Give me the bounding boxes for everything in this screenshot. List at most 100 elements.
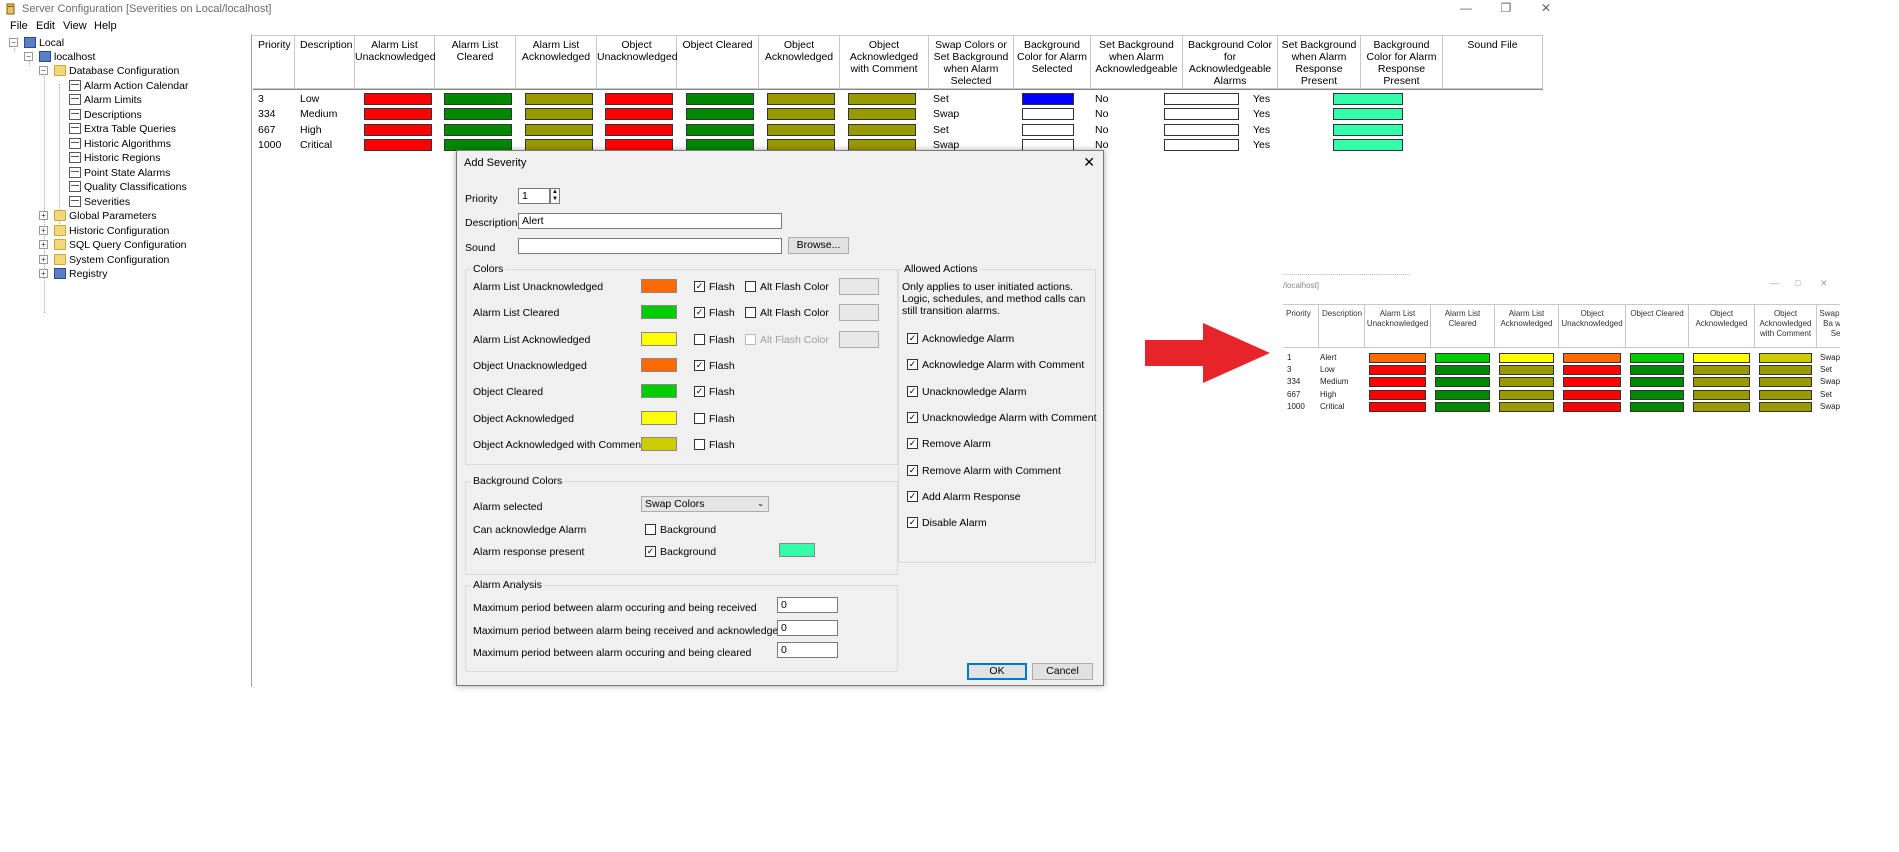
tree-node-system-configuration[interactable]: + System Configuration	[39, 253, 169, 267]
priority-spinner[interactable]: ▲ ▼	[550, 188, 560, 204]
alt-flash-checkbox[interactable]	[745, 281, 756, 292]
tree-node-local[interactable]: − Local	[9, 36, 64, 50]
color-button[interactable]	[641, 279, 677, 293]
preview-description: High	[1320, 389, 1337, 399]
column-header-0[interactable]: Priority	[253, 35, 295, 89]
column-header-9[interactable]: Swap Colors or Set Background when Alarm…	[929, 35, 1014, 89]
color-button[interactable]	[641, 384, 677, 399]
tree-node-sql-query-configuration[interactable]: + SQL Query Configuration	[39, 238, 187, 252]
tree-item-historic-regions[interactable]: Historic Regions	[69, 151, 160, 165]
tree-item-point-state-alarms[interactable]: Point State Alarms	[69, 166, 170, 180]
column-header-4[interactable]: Alarm List Acknowledged	[516, 35, 597, 89]
alt-flash-checkbox[interactable]	[745, 333, 756, 345]
action-checkbox-5[interactable]: ✓	[907, 464, 918, 476]
menu-help[interactable]: Help	[94, 20, 117, 32]
flash-checkbox[interactable]: ✓	[694, 307, 705, 319]
tree-item-descriptions[interactable]: Descriptions	[69, 108, 142, 122]
priority-label: Priority	[465, 193, 498, 205]
column-header-10[interactable]: Background Color for Alarm Selected	[1014, 35, 1091, 89]
expand-icon[interactable]: +	[39, 269, 48, 278]
column-header-2[interactable]: Alarm List Unacknowledged	[355, 35, 436, 89]
tree-node-registry[interactable]: + Registry	[39, 267, 108, 281]
column-header-5[interactable]: Object Unacknowledged	[597, 35, 678, 89]
minimize-icon[interactable]: —	[1450, 0, 1482, 16]
dialog-close-icon[interactable]: ✕	[1083, 154, 1095, 171]
action-checkbox-4[interactable]: ✓	[907, 438, 918, 450]
menu-view[interactable]: View	[63, 20, 87, 32]
analysis-input-acknowledged[interactable]: 0	[777, 620, 838, 636]
expand-icon[interactable]: +	[39, 226, 48, 235]
tree-node-historic-configuration[interactable]: + Historic Configuration	[39, 224, 169, 238]
sound-input[interactable]	[518, 238, 782, 254]
action-label-2: Unacknowledge Alarm	[922, 385, 1027, 398]
color-button[interactable]	[641, 410, 677, 425]
cancel-button[interactable]: Cancel	[1032, 663, 1093, 680]
collapse-icon[interactable]: −	[9, 38, 18, 47]
tree-item-quality-classifications[interactable]: Quality Classifications	[69, 180, 187, 194]
flash-checkbox[interactable]	[694, 412, 705, 424]
column-header-6[interactable]: Object Cleared	[677, 35, 759, 89]
alt-flash-color-button[interactable]	[839, 330, 879, 348]
collapse-icon[interactable]: −	[39, 66, 48, 75]
menu-edit[interactable]: Edit	[36, 20, 55, 32]
resp-background-checkbox[interactable]: ✓	[645, 546, 656, 557]
column-header-1[interactable]: Description	[295, 35, 355, 89]
color-button[interactable]	[641, 436, 677, 451]
action-checkbox-3[interactable]: ✓	[907, 411, 918, 423]
column-header-14[interactable]: Background Color for Alarm Response Pres…	[1361, 35, 1443, 89]
swatch-object-cleared	[686, 108, 754, 121]
restore-icon[interactable]: ❐	[1490, 0, 1522, 16]
menu-file[interactable]: File	[10, 20, 28, 32]
column-header-7[interactable]: Object Acknowledged	[759, 35, 840, 89]
color-row-label: Object Acknowledged with Comment	[473, 438, 644, 451]
column-header-13[interactable]: Set Background when Alarm Response Prese…	[1278, 35, 1361, 89]
can-ack-background-checkbox[interactable]	[645, 524, 656, 535]
color-button[interactable]	[641, 305, 677, 320]
flash-checkbox[interactable]: ✓	[694, 359, 705, 371]
close-window-icon[interactable]: ✕	[1530, 0, 1562, 16]
analysis-input-cleared[interactable]: 0	[777, 642, 838, 658]
priority-input[interactable]: 1	[518, 188, 550, 204]
collapse-icon[interactable]: −	[24, 52, 33, 61]
analysis-input-received[interactable]: 0	[777, 597, 838, 613]
tree-item-historic-algorithms[interactable]: Historic Algorithms	[69, 137, 171, 151]
tree-item-alarm-limits[interactable]: Alarm Limits	[69, 93, 142, 107]
action-checkbox-2[interactable]: ✓	[907, 385, 918, 397]
tree-item-extra-table-queries[interactable]: Extra Table Queries	[69, 122, 176, 136]
alarm-selected-dropdown[interactable]: Swap Colors ⌄	[641, 496, 769, 512]
tree-item-severities[interactable]: Severities	[69, 195, 130, 209]
tree-node-global-parameters[interactable]: + Global Parameters	[39, 209, 157, 223]
column-header-15[interactable]: Sound File	[1443, 35, 1543, 89]
preview-mode: Set	[1820, 389, 1833, 399]
alt-flash-color-button[interactable]	[839, 304, 879, 322]
column-header-8[interactable]: Object Acknowledged with Comment	[840, 35, 929, 89]
color-button[interactable]	[641, 357, 677, 372]
color-button[interactable]	[641, 331, 677, 346]
flash-checkbox[interactable]	[694, 438, 705, 450]
flash-checkbox[interactable]: ✓	[694, 281, 705, 292]
response-color-button[interactable]	[779, 543, 815, 557]
alt-flash-color-button[interactable]	[839, 278, 879, 295]
column-header-12[interactable]: Background Color for Acknowledgeable Ala…	[1183, 35, 1278, 89]
flash-checkbox[interactable]	[694, 333, 705, 345]
ok-button[interactable]: OK	[967, 663, 1027, 680]
flash-checkbox[interactable]: ✓	[694, 386, 705, 398]
browse-button[interactable]: Browse...	[788, 237, 849, 254]
column-header-3[interactable]: Alarm List Cleared	[435, 35, 516, 89]
expand-icon[interactable]: +	[39, 211, 48, 220]
action-label-3: Unacknowledge Alarm with Comment	[922, 411, 1097, 424]
tree-node-localhost[interactable]: − localhost	[24, 50, 95, 64]
action-checkbox-6[interactable]: ✓	[907, 490, 918, 502]
expand-icon[interactable]: +	[39, 255, 48, 264]
column-header-11[interactable]: Set Background when Alarm Acknowledgeabl…	[1091, 35, 1183, 89]
alt-flash-checkbox[interactable]	[745, 307, 756, 319]
action-checkbox-7[interactable]: ✓	[907, 517, 918, 529]
action-checkbox-0[interactable]: ✓	[907, 333, 918, 344]
configuration-tree[interactable]: − Local − localhost − Database Configura…	[0, 34, 252, 687]
description-input[interactable]: Alert	[518, 213, 782, 229]
swatch-alarm-list-ack	[525, 123, 593, 136]
tree-item-alarm-action-calendar[interactable]: Alarm Action Calendar	[69, 79, 188, 93]
action-checkbox-1[interactable]: ✓	[907, 359, 918, 371]
tree-node-database-configuration[interactable]: − Database Configuration	[39, 64, 179, 78]
expand-icon[interactable]: +	[39, 240, 48, 249]
